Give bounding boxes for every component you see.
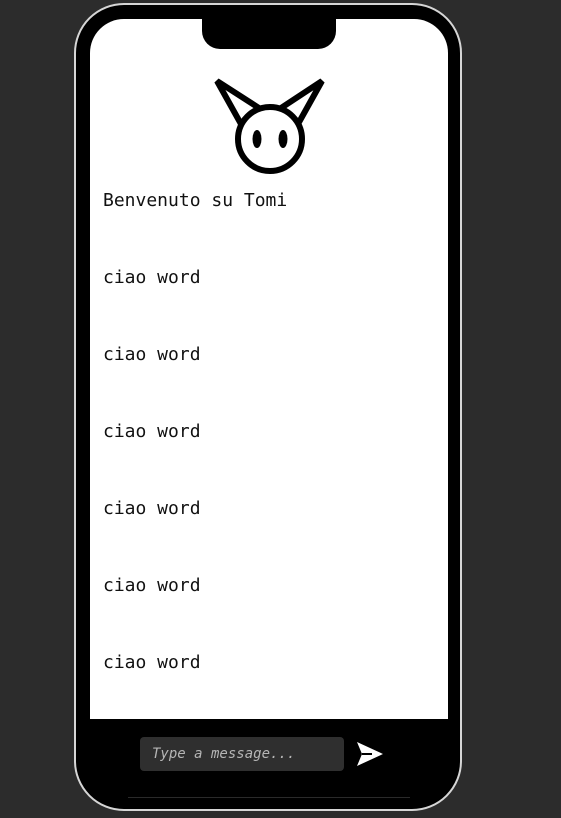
chat-message: ciao word xyxy=(103,652,201,673)
phone-frame: Benvenuto su Tomi ciao word ciao word ci… xyxy=(74,3,462,811)
welcome-message: Benvenuto su Tomi xyxy=(103,190,288,211)
chat-message: ciao word xyxy=(103,575,201,596)
cat-logo-icon xyxy=(214,78,325,174)
home-indicator xyxy=(128,797,410,798)
chat-message: ciao word xyxy=(103,267,201,288)
message-input[interactable] xyxy=(140,737,344,771)
chat-message: ciao word xyxy=(103,498,201,519)
chat-messages: Benvenuto su Tomi ciao word ciao word ci… xyxy=(103,191,287,719)
message-composer xyxy=(140,737,344,771)
chat-screen: Benvenuto su Tomi ciao word ciao word ci… xyxy=(90,19,448,719)
chat-message: ciao word xyxy=(103,421,201,442)
send-icon[interactable] xyxy=(356,741,384,767)
chat-message: ciao word xyxy=(103,344,201,365)
phone-notch xyxy=(202,19,336,49)
